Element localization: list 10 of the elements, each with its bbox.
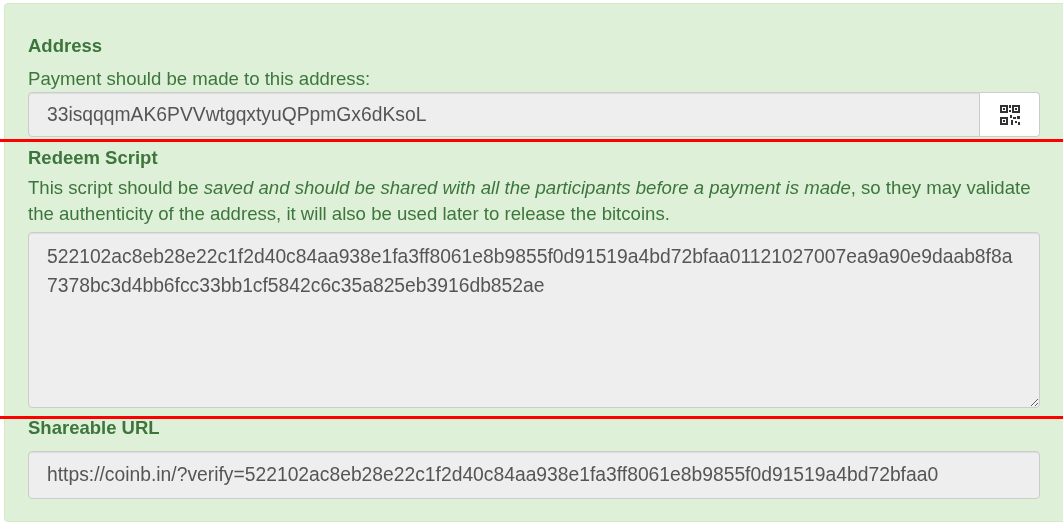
qr-code-icon [999, 104, 1020, 125]
description: This script should be saved and should be shared with all the participants before a payment is made, so they may validate the authenticity of the address, it will also be used later to release the bitcoins. [28, 176, 1032, 226]
shareable-url-field[interactable]: https://coinb.in/?verify=522102ac8eb28e22c1f2d40c84aa938e1fa3ff8061e8b9855f0d91519a4bd72bfaa0 [28, 451, 1040, 499]
section-heading: Address [28, 35, 104, 57]
address-field[interactable]: 33isqqqmAK6PVVwtgqxtyuQPpmGx6dKsoL [28, 92, 980, 137]
redeem-script-field[interactable]: 522102ac8eb28e22c1f2d40c84aa938e1fa3ff8061e8b9855f0d91519a4bd72bfaa01121027007ea9a90e9daab8f8a7378bc3d4bb6fcc33bb1cf5842c6c35a825eb3916db852ae [28, 232, 1040, 408]
description: Payment should be made to this address: [28, 67, 372, 91]
section-heading: Redeem Script [28, 147, 159, 169]
section-heading: Shareable URL [28, 417, 161, 439]
qr-code-button[interactable] [980, 92, 1040, 137]
